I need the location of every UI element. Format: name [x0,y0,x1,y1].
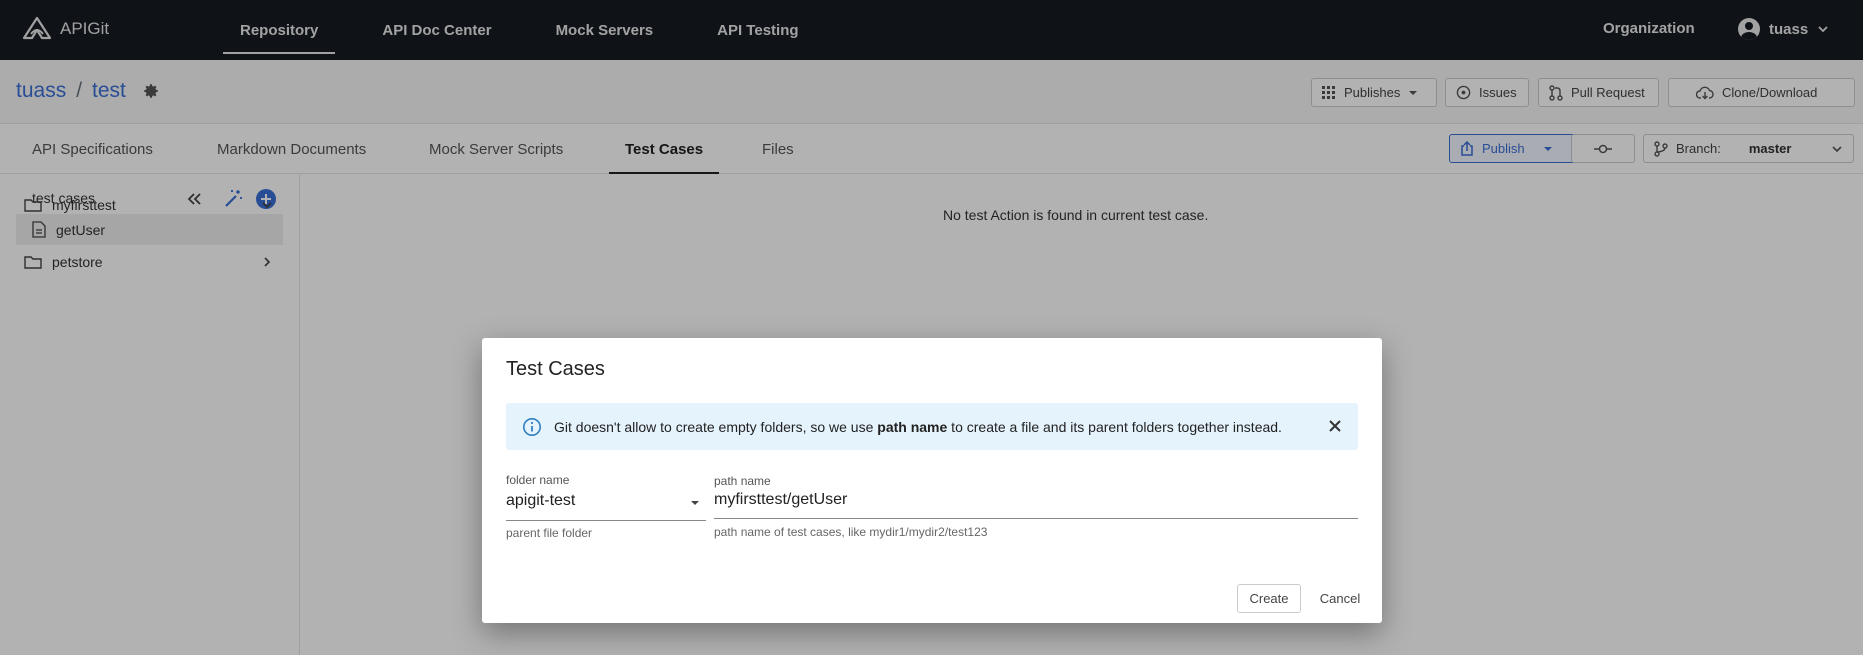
cancel-button[interactable]: Cancel [1310,584,1370,613]
alert-text: Git doesn't allow to create empty folder… [554,419,1282,435]
alert-text-part: Git doesn't allow to create empty folder… [554,418,878,435]
folder-name-select[interactable]: apigit-test [506,490,706,515]
dialog-title: Test Cases [506,358,605,380]
alert-text-part: to create a file and its parent folders … [947,418,1282,435]
path-name-input[interactable]: myfirsttest/getUser [714,490,1358,515]
path-name-underline [714,518,1358,519]
path-name-label: path name [714,474,771,488]
alert-text-bold: path name [877,418,948,435]
folder-name-underline [506,520,706,521]
path-name-value: myfirsttest/getUser [714,491,848,508]
caret-down-icon [691,501,699,505]
info-alert: Git doesn't allow to create empty folder… [506,403,1358,450]
path-name-help: path name of test cases, like mydir1/myd… [714,525,988,539]
folder-name-help: parent file folder [506,526,593,540]
info-icon [523,417,541,436]
close-icon[interactable] [1326,417,1344,435]
create-button[interactable]: Create [1237,584,1301,613]
create-test-case-dialog: Test Cases Git doesn't allow to create e… [482,338,1382,623]
folder-name-value: apigit-test [506,492,576,509]
folder-name-label: folder name [506,473,570,487]
